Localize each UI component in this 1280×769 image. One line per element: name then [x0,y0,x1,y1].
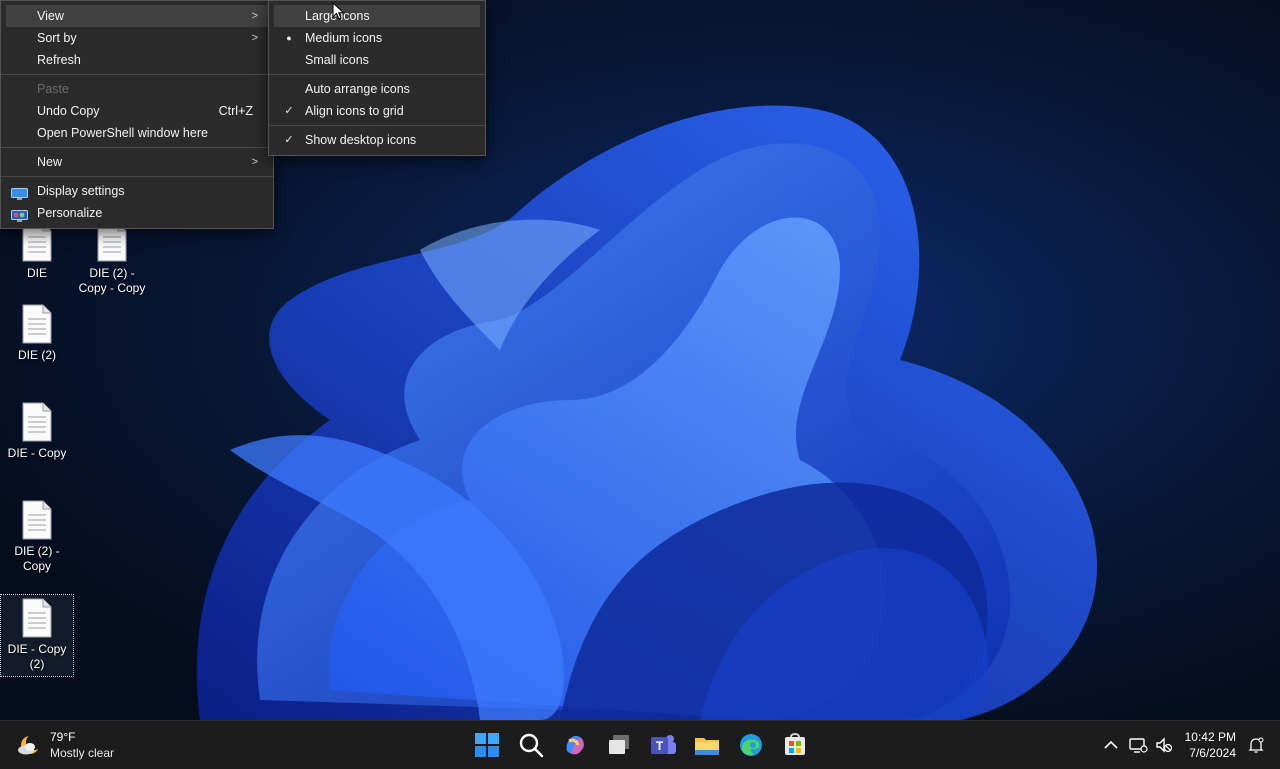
checkmark-icon: ✓ [284,134,294,146]
store-icon[interactable] [781,731,809,759]
network-icon[interactable] [1128,735,1148,755]
menu-item-new[interactable]: New > [1,151,273,173]
desktop-icon-label: DIE - Copy (2) [7,642,67,671]
menu-item-label: Undo Copy [37,104,100,118]
submenu-item-label: Show desktop icons [305,133,417,147]
text-file-icon [21,500,53,540]
desktop-icon-die-2[interactable]: DIE (2) [0,304,74,363]
menu-item-personalize[interactable]: Personalize [1,202,273,224]
svg-text:T: T [656,739,664,753]
checkmark-icon: ✓ [284,105,294,117]
chevron-right-icon: > [251,32,258,44]
menu-separator [269,74,485,75]
desktop-icon-die-copy[interactable]: DIE - Copy [0,402,74,461]
menu-separator [269,125,485,126]
chevron-up-icon[interactable] [1101,735,1121,755]
task-view-icon[interactable] [605,731,633,759]
desktop-icon-label: DIE - Copy [7,446,67,460]
menu-item-undo-copy[interactable]: Undo Copy Ctrl+Z [1,100,273,122]
display-settings-icon [11,185,28,200]
submenu-item-label: Medium icons [305,31,383,45]
menu-item-display-settings[interactable]: Display settings [1,180,273,202]
teams-icon[interactable]: T [649,731,677,759]
text-file-icon [21,598,53,638]
personalize-icon [11,207,28,222]
menu-item-refresh[interactable]: Refresh [1,49,273,71]
submenu-item-auto-arrange[interactable]: Auto arrange icons [269,78,485,100]
clock-time: 10:42 PM [1184,730,1236,744]
desktop-icon-label: DIE (2) - Copy [14,544,60,573]
submenu-item-align-to-grid[interactable]: ✓ Align icons to grid [269,100,485,122]
submenu-item-show-desktop-icons[interactable]: ✓ Show desktop icons [269,129,485,151]
weather-moon-icon [16,732,42,758]
menu-item-label: New [37,155,63,169]
weather-condition: Mostly clear [50,746,115,760]
edge-icon[interactable] [737,731,765,759]
search-icon[interactable] [517,731,545,759]
menu-separator [1,147,273,148]
menu-item-label: Refresh [37,53,81,67]
menu-item-view[interactable]: View > [6,5,268,27]
text-file-icon [21,402,53,442]
taskbar: 79°F Mostly clear T 10:42 PM 7/6/2024 [0,720,1280,769]
menu-separator [1,176,273,177]
desktop-icon-label: DIE (2) - Copy - Copy [78,266,146,295]
menu-item-paste: Paste [1,78,273,100]
desktop-icon-die-2-copy-copy[interactable]: DIE (2) - Copy - Copy [75,222,149,296]
radio-dot-icon: ● [286,33,292,43]
submenu-item-small-icons[interactable]: Small icons [269,49,485,71]
chevron-right-icon: > [251,10,258,22]
menu-item-open-powershell[interactable]: Open PowerShell window here [1,122,273,144]
submenu-item-label: Align icons to grid [305,104,404,118]
view-submenu: Large icons ● Medium icons Small icons A… [268,0,486,156]
menu-item-label: Paste [37,82,69,96]
mouse-cursor-icon [332,1,346,22]
desktop-icon-die[interactable]: DIE [0,222,74,281]
desktop-icon-die-2-copy[interactable]: DIE (2) - Copy [0,500,74,574]
notification-bell-icon[interactable] [1246,735,1266,755]
desktop-context-menu: View > Sort by > Refresh Paste Undo Copy… [0,0,274,229]
clock-date: 7/6/2024 [1189,746,1236,760]
file-explorer-icon[interactable] [693,731,721,759]
text-file-icon [21,304,53,344]
menu-separator [1,74,273,75]
copilot-icon[interactable] [561,731,589,759]
submenu-item-label: Auto arrange icons [305,82,410,96]
volume-muted-icon[interactable] [1154,735,1174,755]
weather-temperature: 79°F [50,730,76,744]
submenu-item-medium-icons[interactable]: ● Medium icons [269,27,485,49]
submenu-item-large-icons[interactable]: Large icons [274,5,480,27]
taskbar-clock[interactable]: 10:42 PM 7/6/2024 [1185,729,1236,761]
menu-item-label: View [37,9,64,23]
chevron-right-icon: > [251,156,258,168]
submenu-item-label: Small icons [305,53,369,67]
menu-item-sort-by[interactable]: Sort by > [1,27,273,49]
desktop-icon-label: DIE [26,266,47,280]
desktop-icon-die-copy-2[interactable]: DIE - Copy (2) [0,594,74,677]
start-icon[interactable] [473,731,501,759]
menu-item-label: Open PowerShell window here [37,126,208,140]
menu-item-shortcut: Ctrl+Z [218,104,253,118]
menu-item-label: Sort by [37,31,77,45]
menu-item-label: Display settings [37,184,125,198]
weather-widget[interactable]: 79°F Mostly clear [16,729,136,761]
menu-item-label: Personalize [37,206,103,220]
desktop-icon-label: DIE (2) [17,348,56,362]
